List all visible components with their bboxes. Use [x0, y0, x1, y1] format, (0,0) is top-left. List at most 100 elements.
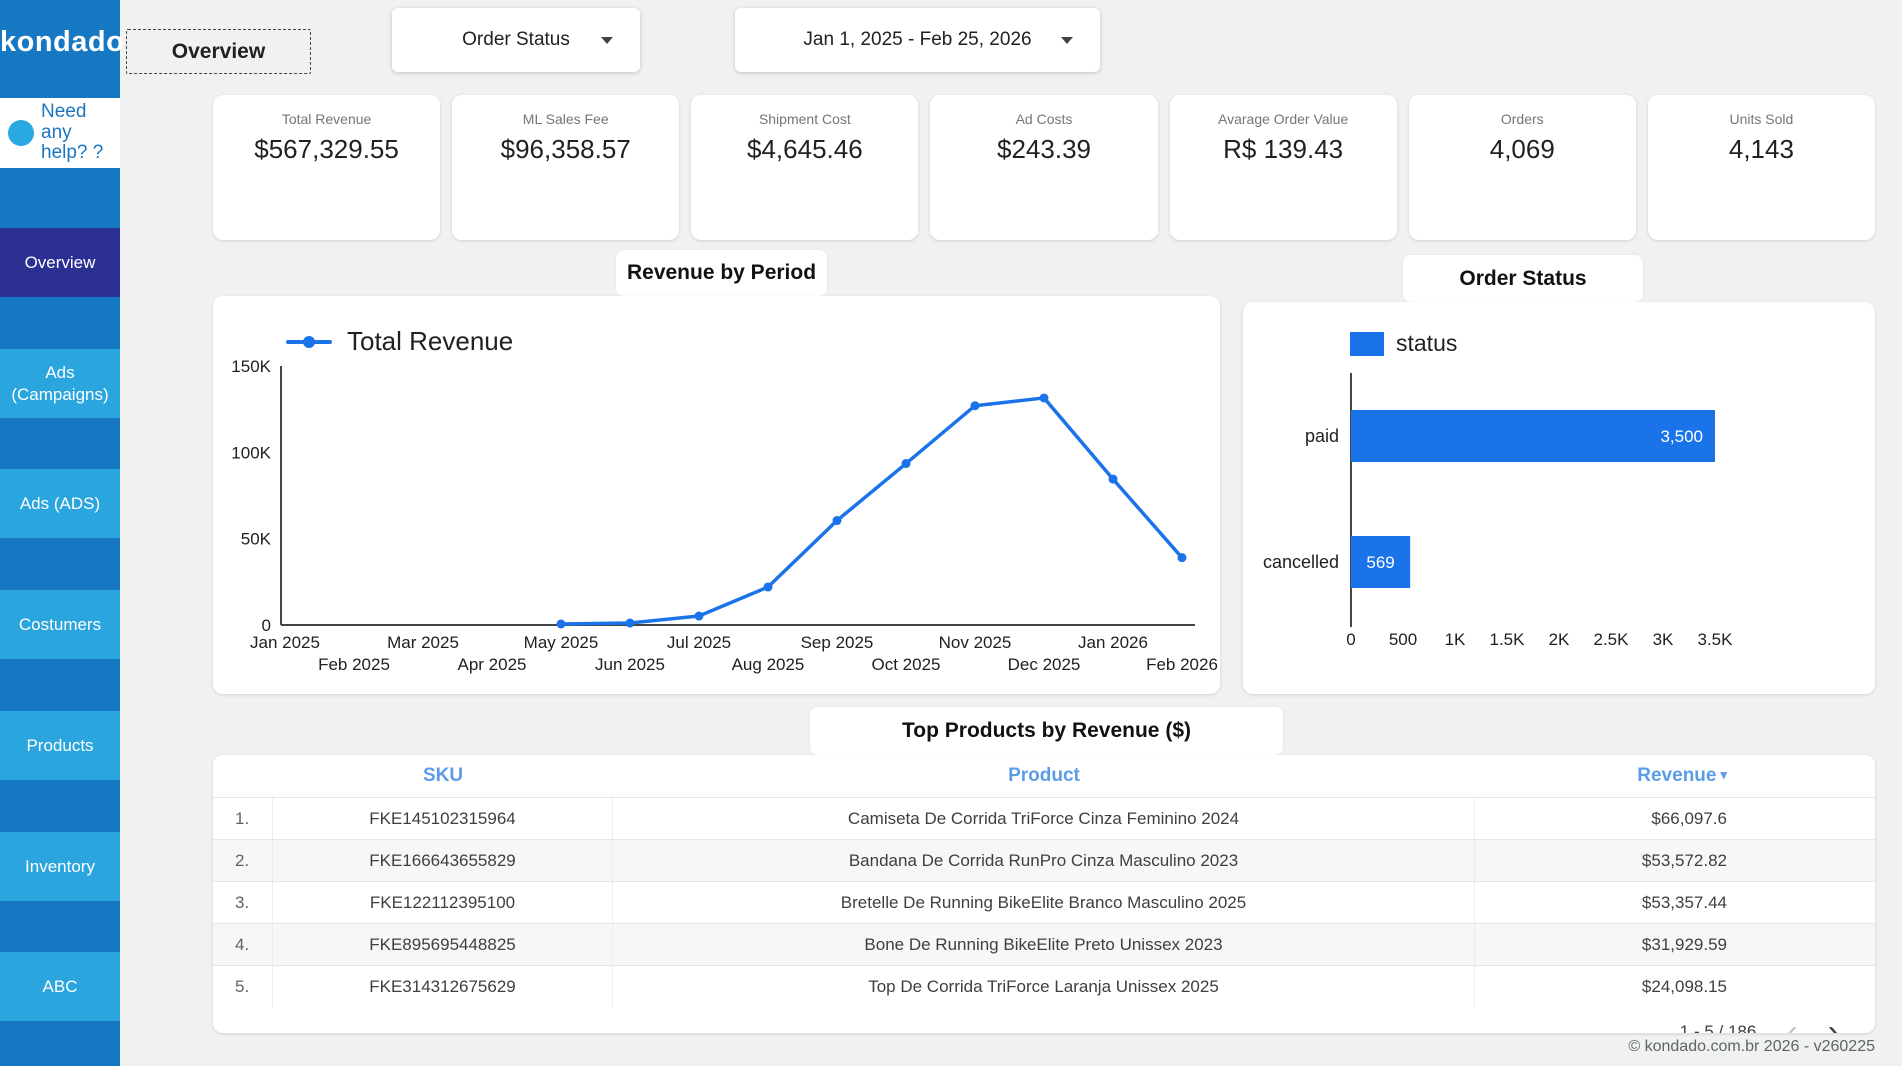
sidebar: kondado Need any help? ? Overview Ads (Ca…	[0, 0, 120, 1066]
status-bar-chart: paid3,500cancelled56905001K1.5K2K2.5K3K3…	[1243, 302, 1875, 694]
svg-text:Jul 2025: Jul 2025	[667, 633, 731, 652]
kpi-card-avarage-order-value: Avarage Order Value R$ 139.43	[1170, 95, 1397, 240]
svg-text:Jan 2025: Jan 2025	[250, 633, 320, 652]
table-row: 4.FKE895695448825Bone De Running BikeEli…	[213, 923, 1875, 965]
order-status-filter[interactable]: Order Status	[392, 8, 640, 72]
sidebar-item-costumers[interactable]: Costumers	[0, 590, 120, 659]
table-row: 3.FKE122112395100Bretelle De Running Bik…	[213, 881, 1875, 923]
svg-text:Nov 2025: Nov 2025	[939, 633, 1012, 652]
cell-prod: Bandana De Corrida RunPro Cinza Masculin…	[613, 840, 1475, 881]
chevron-down-icon	[1061, 37, 1073, 44]
kpi-card-orders: Orders4,069	[1409, 95, 1636, 240]
cell-prod: Bone De Running BikeElite Preto Unissex …	[613, 924, 1475, 965]
svg-text:Feb 2025: Feb 2025	[318, 655, 390, 674]
table-header-row: SKU Product Revenue▾	[213, 755, 1875, 797]
sidebar-item-overview[interactable]: Overview	[0, 228, 120, 297]
svg-text:Jan 2026: Jan 2026	[1078, 633, 1148, 652]
cell-prod: Bretelle De Running BikeElite Branco Mas…	[613, 882, 1475, 923]
svg-text:Jun 2025: Jun 2025	[595, 655, 665, 674]
table-body: 1.FKE145102315964Camiseta De Corrida Tri…	[213, 797, 1875, 1007]
cell-rev: $66,097.6	[1475, 809, 1875, 829]
cell-idx: 5.	[213, 966, 273, 1007]
next-page-icon[interactable]: ›	[1828, 1017, 1839, 1034]
kpi-label: Units Sold	[1648, 111, 1875, 127]
svg-text:3K: 3K	[1653, 630, 1674, 649]
order-status-filter-label: Order Status	[462, 29, 570, 51]
cell-prod: Camiseta De Corrida TriForce Cinza Femin…	[613, 798, 1475, 839]
column-header-product[interactable]: Product	[613, 765, 1475, 787]
kpi-value: $567,329.55	[213, 134, 440, 165]
sidebar-item-inventory[interactable]: Inventory	[0, 832, 120, 901]
svg-text:Feb 2026: Feb 2026	[1146, 655, 1218, 674]
status-legend-label: status	[1396, 330, 1457, 357]
tab-overview[interactable]: Overview	[126, 29, 311, 74]
cell-sku: FKE895695448825	[273, 924, 613, 965]
svg-text:cancelled: cancelled	[1263, 552, 1339, 572]
status-chart-panel: paid3,500cancelled56905001K1.5K2K2.5K3K3…	[1243, 302, 1875, 694]
date-range-label: Jan 1, 2025 - Feb 25, 2026	[803, 29, 1031, 51]
tab-overview-label: Overview	[172, 40, 265, 64]
legend-swatch-icon	[1350, 332, 1384, 356]
kpi-card-ml-sales-fee: ML Sales Fee $96,358.57	[452, 95, 679, 240]
copyright-footer: © kondado.com.br 2026 - v260225	[1628, 1038, 1875, 1056]
cell-sku: FKE314312675629	[273, 966, 613, 1007]
cell-rev: $24,098.15	[1475, 977, 1875, 997]
status-legend: status	[1350, 330, 1457, 357]
sidebar-item-abc[interactable]: ABC	[0, 952, 120, 1021]
pagination-range: 1 - 5 / 186	[1680, 1022, 1757, 1034]
kpi-row: Total Revenue $567,329.55 ML Sales Fee $96,…	[213, 95, 1875, 240]
svg-text:3.5K: 3.5K	[1698, 630, 1734, 649]
svg-text:Apr 2025: Apr 2025	[458, 655, 527, 674]
kpi-label: Avarage Order Value	[1170, 111, 1397, 127]
svg-text:Dec 2025: Dec 2025	[1008, 655, 1081, 674]
svg-text:0: 0	[1346, 630, 1355, 649]
kpi-value: $4,645.46	[691, 134, 918, 165]
revenue-chart-title: Revenue by Period	[616, 250, 827, 296]
svg-text:2K: 2K	[1549, 630, 1570, 649]
status-chart-title: Order Status	[1403, 255, 1643, 302]
cell-rev: $53,357.44	[1475, 893, 1875, 913]
cell-idx: 1.	[213, 798, 273, 839]
kpi-value: R$ 139.43	[1170, 134, 1397, 165]
help-widget[interactable]: Need any help? ?	[0, 98, 120, 168]
sidebar-item-products[interactable]: Products	[0, 711, 120, 780]
cell-sku: FKE145102315964	[273, 798, 613, 839]
svg-text:Oct 2025: Oct 2025	[872, 655, 941, 674]
sidebar-item-ads-campaigns[interactable]: Ads (Campaigns)	[0, 349, 120, 418]
svg-text:500: 500	[1389, 630, 1417, 649]
sort-desc-icon: ▾	[1720, 767, 1727, 782]
svg-text:150K: 150K	[231, 357, 271, 376]
kpi-label: ML Sales Fee	[452, 111, 679, 127]
column-header-revenue[interactable]: Revenue▾	[1475, 765, 1875, 787]
svg-text:Sep 2025: Sep 2025	[801, 633, 874, 652]
kpi-label: Total Revenue	[213, 111, 440, 127]
column-header-sku[interactable]: SKU	[273, 765, 613, 787]
cell-idx: 4.	[213, 924, 273, 965]
sidebar-item-ads-ads[interactable]: Ads (ADS)	[0, 469, 120, 538]
kpi-value: $96,358.57	[452, 134, 679, 165]
table-row: 2.FKE166643655829Bandana De Corrida RunP…	[213, 839, 1875, 881]
cell-prod: Top De Corrida TriForce Laranja Unissex …	[613, 966, 1475, 1007]
revenue-chart-panel: 150K100K50K0Jan 2025Feb 2025Mar 2025Apr …	[213, 296, 1220, 694]
kpi-value: $243.39	[930, 134, 1157, 165]
cell-idx: 2.	[213, 840, 273, 881]
svg-text:1.5K: 1.5K	[1490, 630, 1526, 649]
svg-text:Aug 2025: Aug 2025	[732, 655, 805, 674]
cell-rev: $31,929.59	[1475, 935, 1875, 955]
revenue-legend-label: Total Revenue	[347, 326, 513, 357]
cell-rev: $53,572.82	[1475, 851, 1875, 871]
kpi-label: Ad Costs	[930, 111, 1157, 127]
cell-sku: FKE166643655829	[273, 840, 613, 881]
kpi-label: Orders	[1409, 111, 1636, 127]
date-range-picker[interactable]: Jan 1, 2025 - Feb 25, 2026	[735, 8, 1100, 72]
dashboard: kondado Need any help? ? Overview Ads (Ca…	[0, 0, 1902, 1066]
svg-text:Mar 2025: Mar 2025	[387, 633, 459, 652]
kpi-card-shipment-cost: Shipment Cost$4,645.46	[691, 95, 918, 240]
svg-text:50K: 50K	[241, 530, 272, 549]
kpi-card-total-revenue: Total Revenue $567,329.55	[213, 95, 440, 240]
kondado-logo: kondado	[0, 26, 120, 59]
svg-text:3,500: 3,500	[1660, 427, 1703, 446]
cell-idx: 3.	[213, 882, 273, 923]
previous-page-icon[interactable]: ‹	[1786, 1017, 1797, 1034]
kpi-card-units-sold: Units Sold4,143	[1648, 95, 1875, 240]
